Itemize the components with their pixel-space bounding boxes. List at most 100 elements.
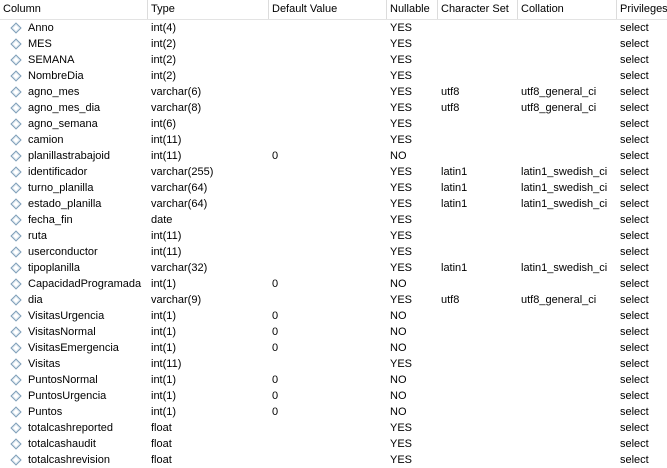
table-row[interactable]: MES int(2) YES select	[0, 36, 667, 52]
privileges-value: select	[620, 22, 649, 34]
default-value	[269, 452, 386, 468]
header-collation[interactable]: Collation	[518, 0, 617, 19]
character-set	[438, 324, 517, 340]
nullable-value: YES	[390, 54, 413, 66]
character-set	[438, 404, 517, 420]
default-value	[269, 180, 386, 196]
header-type[interactable]: Type	[148, 0, 269, 19]
table-row[interactable]: identificador varchar(255) YES latin1 latin1…	[0, 164, 667, 180]
table-row[interactable]: ruta int(11) YES select	[0, 228, 667, 244]
nullable-value: NO	[390, 150, 407, 162]
character-set	[438, 420, 517, 436]
table-row[interactable]: VisitasUrgencia int(1) 0 NO select	[0, 308, 667, 324]
collation-value: latin1_swedish_ci	[521, 182, 608, 194]
collation-value: latin1_swedish_ci	[521, 166, 608, 178]
table-row[interactable]: totalcashaudit float YES select	[0, 436, 667, 452]
header-nullable[interactable]: Nullable	[387, 0, 438, 19]
column-name: agno_mes_dia	[28, 102, 101, 114]
privileges-value: select	[620, 390, 649, 402]
table-row[interactable]: PuntosNormal int(1) 0 NO select	[0, 372, 667, 388]
column-type: int(1)	[151, 390, 177, 402]
collation-value	[518, 372, 616, 388]
column-name: agno_mes	[28, 86, 80, 98]
table-row[interactable]: tipoplanilla varchar(32) YES latin1 latin1_s…	[0, 260, 667, 276]
header-character-set[interactable]: Character Set	[438, 0, 518, 19]
column-type: int(2)	[151, 54, 177, 66]
column-name: tipoplanilla	[28, 262, 80, 274]
header-privileges[interactable]: Privileges	[617, 0, 667, 19]
table-row[interactable]: planillastrabajoid int(11) 0 NO select	[0, 148, 667, 164]
table-row[interactable]: totalcashrevision float YES select	[0, 452, 667, 468]
privileges-value: select	[620, 374, 649, 386]
character-set: utf8	[441, 86, 460, 98]
table-row[interactable]: PuntosUrgencia int(1) 0 NO select	[0, 388, 667, 404]
default-value: 0	[272, 342, 279, 354]
table-row[interactable]: turno_planilla varchar(64) YES latin1 latin1…	[0, 180, 667, 196]
column-type: date	[151, 214, 173, 226]
privileges-value: select	[620, 134, 649, 146]
character-set	[438, 132, 517, 148]
column-type: varchar(9)	[151, 294, 202, 306]
table-row[interactable]: Puntos int(1) 0 NO select	[0, 404, 667, 420]
column-name: planillastrabajoid	[28, 150, 110, 162]
nullable-value: YES	[390, 294, 413, 306]
column-type: int(4)	[151, 22, 177, 34]
column-name: camion	[28, 134, 64, 146]
nullable-value: YES	[390, 182, 413, 194]
table-row[interactable]: fecha_fin date YES select	[0, 212, 667, 228]
column-type: varchar(8)	[151, 102, 202, 114]
table-row[interactable]: VisitasNormal int(1) 0 NO select	[0, 324, 667, 340]
default-value	[269, 84, 386, 100]
table-row[interactable]: agno_mes_dia varchar(8) YES utf8 utf8_genera…	[0, 100, 667, 116]
default-value	[269, 292, 386, 308]
table-row[interactable]: estado_planilla varchar(64) YES latin1 latin…	[0, 196, 667, 212]
header-default-value[interactable]: Default Value	[269, 0, 387, 19]
nullable-value: YES	[390, 102, 413, 114]
table-row[interactable]: totalcashreported float YES select	[0, 420, 667, 436]
column-name: Anno	[28, 22, 54, 34]
character-set: latin1	[441, 198, 468, 210]
table-row[interactable]: CapacidadProgramada int(1) 0 NO select	[0, 276, 667, 292]
table-row[interactable]: agno_semana int(6) YES select	[0, 116, 667, 132]
column-type: int(1)	[151, 326, 177, 338]
collation-value	[518, 116, 616, 132]
table-row[interactable]: Visitas int(11) YES select	[0, 356, 667, 372]
nullable-value: YES	[390, 230, 413, 242]
privileges-value: select	[620, 54, 649, 66]
collation-value: latin1_swedish_ci	[521, 262, 608, 274]
character-set: latin1	[441, 182, 468, 194]
column-type: int(11)	[151, 358, 182, 370]
table-row[interactable]: NombreDia int(2) YES select	[0, 68, 667, 84]
privileges-value: select	[620, 230, 649, 242]
table-row[interactable]: dia varchar(9) YES utf8 utf8_general_ci selec…	[0, 292, 667, 308]
character-set	[438, 356, 517, 372]
table-row[interactable]: SEMANA int(2) YES select	[0, 52, 667, 68]
column-type: int(2)	[151, 70, 177, 82]
default-value: 0	[272, 390, 279, 402]
character-set	[438, 308, 517, 324]
collation-value	[518, 20, 616, 36]
nullable-value: YES	[390, 198, 413, 210]
privileges-value: select	[620, 70, 649, 82]
privileges-value: select	[620, 38, 649, 50]
default-value	[269, 100, 386, 116]
default-value	[269, 36, 386, 52]
collation-value: latin1_swedish_ci	[521, 198, 608, 210]
nullable-value: YES	[390, 214, 413, 226]
collation-value: utf8_general_ci	[521, 86, 597, 98]
default-value	[269, 20, 386, 36]
table-row[interactable]: Anno int(4) YES select	[0, 20, 667, 36]
column-name: totalcashreported	[28, 422, 113, 434]
table-row[interactable]: VisitasEmergencia int(1) 0 NO select	[0, 340, 667, 356]
table-row[interactable]: camion int(11) YES select	[0, 132, 667, 148]
grid-header: Column Type Default Value Nullable Chara…	[0, 0, 667, 20]
column-type: varchar(32)	[151, 262, 208, 274]
collation-value	[518, 436, 616, 452]
character-set	[438, 68, 517, 84]
default-value	[269, 164, 386, 180]
table-row[interactable]: agno_mes varchar(6) YES utf8 utf8_general_ci…	[0, 84, 667, 100]
column-name: agno_semana	[28, 118, 98, 130]
header-column[interactable]: Column	[0, 0, 148, 19]
table-row[interactable]: userconductor int(11) YES select	[0, 244, 667, 260]
default-value	[269, 436, 386, 452]
